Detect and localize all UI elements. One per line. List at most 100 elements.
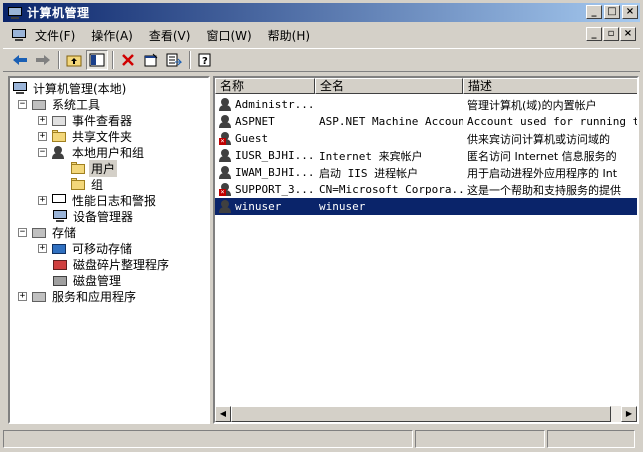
table-row[interactable]: IWAM_BJHI... 启动 IIS 进程帐户 用于启动进程外应用程序的 Int	[215, 164, 637, 181]
expand-toggle[interactable]: +	[18, 291, 27, 301]
user-fullname-cell: 启动 IIS 进程帐户	[319, 166, 419, 180]
forward-button[interactable]	[32, 50, 54, 70]
computer-management-icon	[7, 6, 23, 20]
user-icon	[219, 148, 233, 163]
menu-view[interactable]: 查看(V)	[143, 27, 201, 44]
computer-management-window: 计算机管理 _ □ × 文件(F) 操作(A) 查看(V) 窗口(W) 帮助(H…	[0, 0, 643, 452]
tree-item-services-apps[interactable]: + 服务和应用程序	[18, 288, 138, 304]
help-button[interactable]: ?	[194, 50, 216, 70]
horizontal-scrollbar[interactable]: ◀ ▶	[215, 406, 637, 422]
minimize-button[interactable]: _	[586, 5, 602, 19]
status-panel-2	[415, 430, 545, 448]
menu-file[interactable]: 文件(F)	[35, 27, 85, 44]
tree-item-removable-storage[interactable]: + 可移动存储	[38, 240, 134, 256]
disabled-user-icon: ×	[219, 131, 233, 146]
up-one-level-button[interactable]	[63, 50, 85, 70]
user-description-cell: 这是一个帮助和支持服务的提供	[467, 183, 621, 197]
tree-item-groups[interactable]: 组	[70, 176, 105, 192]
tree-item-shared-folders[interactable]: + 共享文件夹	[38, 128, 134, 144]
menu-window[interactable]: 窗口(W)	[200, 27, 261, 44]
table-row[interactable]: Administr... 管理计算机(域)的内置帐户	[215, 96, 637, 113]
column-header-fullname[interactable]: 全名	[315, 78, 463, 94]
folder-open-icon	[70, 161, 86, 175]
collapse-toggle[interactable]: −	[38, 147, 47, 157]
tree-item-system-tools[interactable]: − 系统工具	[18, 96, 102, 112]
tree-item-disk-management[interactable]: 磁盘管理	[52, 272, 123, 288]
scroll-right-button[interactable]: ▶	[621, 406, 637, 422]
svg-text:?: ?	[202, 56, 208, 67]
collapse-toggle[interactable]: −	[18, 227, 27, 237]
table-row[interactable]: ASPNET ASP.NET Machine Account Account use…	[215, 113, 639, 130]
forward-arrow-icon	[36, 55, 50, 65]
user-name-cell: IUSR_BJHI...	[235, 149, 315, 162]
status-bar	[3, 430, 640, 450]
folder-icon	[70, 177, 86, 191]
tree-item-disk-defrag[interactable]: 磁盘碎片整理程序	[52, 256, 171, 272]
close-button[interactable]: ×	[622, 5, 638, 19]
menu-help[interactable]: 帮助(H)	[262, 27, 320, 44]
show-hide-tree-button[interactable]	[86, 50, 108, 70]
user-description-cell: 管理计算机(域)的内置帐户	[467, 98, 597, 112]
console-icon[interactable]	[11, 28, 27, 42]
expand-toggle[interactable]: +	[38, 243, 47, 253]
performance-icon	[51, 193, 67, 207]
disabled-user-icon: ×	[219, 182, 233, 197]
services-icon	[31, 289, 47, 303]
delete-button[interactable]	[117, 50, 139, 70]
user-description-cell: Account used for running the	[467, 115, 639, 128]
user-name-cell: Guest	[235, 132, 269, 145]
tree-item-storage[interactable]: − 存储	[18, 224, 78, 240]
table-row[interactable]: × Guest 供来宾访问计算机或访问域的	[215, 130, 637, 147]
tree-item-local-users-groups[interactable]: − 本地用户和组	[38, 144, 146, 160]
menu-bar: 文件(F) 操作(A) 查看(V) 窗口(W) 帮助(H) _ ▫ ×	[3, 24, 640, 46]
toolbar: ?	[3, 48, 640, 72]
table-row[interactable]: winuser winuser	[215, 198, 637, 215]
tree-item-users[interactable]: 用户	[70, 159, 118, 177]
mdi-minimize-button[interactable]: _	[586, 27, 602, 41]
console-tree[interactable]: 计算机管理(本地) − 系统工具 + 事件查看器 + 共享文件夹 − 本地用户和…	[8, 76, 210, 424]
help-icon: ?	[198, 53, 211, 67]
users-list-view[interactable]: 名称 全名 描述 Administr... 管理计算机(域)的内置帐户 ASPNET…	[213, 76, 639, 424]
user-name-cell: winuser	[235, 200, 282, 213]
user-name-cell: IWAM_BJHI...	[235, 166, 315, 179]
shared-folder-icon	[51, 129, 67, 143]
tree-item-device-manager[interactable]: 设备管理器	[52, 208, 135, 224]
collapse-toggle[interactable]: −	[18, 99, 27, 109]
expand-toggle[interactable]: +	[38, 195, 47, 205]
tree-item-perf-logs[interactable]: + 性能日志和警报	[38, 192, 158, 208]
storage-icon	[31, 225, 47, 239]
mdi-close-button[interactable]: ×	[620, 27, 636, 41]
export-list-button[interactable]	[163, 50, 185, 70]
column-header-description[interactable]: 描述	[463, 78, 637, 94]
disk-management-icon	[52, 273, 68, 287]
tree-item-event-viewer[interactable]: + 事件查看器	[38, 112, 134, 128]
user-fullname-cell: ASP.NET Machine Account	[319, 115, 463, 128]
scroll-thumb[interactable]	[231, 406, 611, 422]
maximize-button[interactable]: □	[604, 5, 620, 19]
computer-icon	[12, 81, 28, 95]
table-row[interactable]: × SUPPORT_3... CN=Microsoft Corpora... 这是一个…	[215, 181, 637, 198]
user-icon	[219, 97, 233, 112]
user-icon	[219, 199, 233, 214]
column-header-name[interactable]: 名称	[215, 78, 315, 94]
properties-button[interactable]	[140, 50, 162, 70]
tree-item-root[interactable]: 计算机管理(本地)	[12, 80, 128, 96]
user-description-cell: 用于启动进程外应用程序的 Int	[467, 166, 618, 180]
menu-action[interactable]: 操作(A)	[85, 27, 143, 44]
properties-icon	[144, 53, 158, 67]
removable-storage-icon	[51, 241, 67, 255]
delete-x-icon	[122, 54, 134, 66]
table-row[interactable]: IUSR_BJHI... Internet 来宾帐户 匿名访问 Internet 信…	[215, 147, 637, 164]
user-fullname-cell: winuser	[319, 200, 366, 213]
title-bar[interactable]: 计算机管理 _ □ ×	[3, 3, 640, 22]
status-panel-3	[547, 430, 635, 448]
device-manager-icon	[52, 209, 68, 223]
mdi-restore-button[interactable]: ▫	[603, 27, 619, 41]
defrag-icon	[52, 257, 68, 271]
status-panel-main	[3, 430, 413, 448]
scroll-left-button[interactable]: ◀	[215, 406, 231, 422]
export-list-icon	[166, 53, 182, 67]
expand-toggle[interactable]: +	[38, 115, 47, 125]
expand-toggle[interactable]: +	[38, 131, 47, 141]
back-button[interactable]	[9, 50, 31, 70]
